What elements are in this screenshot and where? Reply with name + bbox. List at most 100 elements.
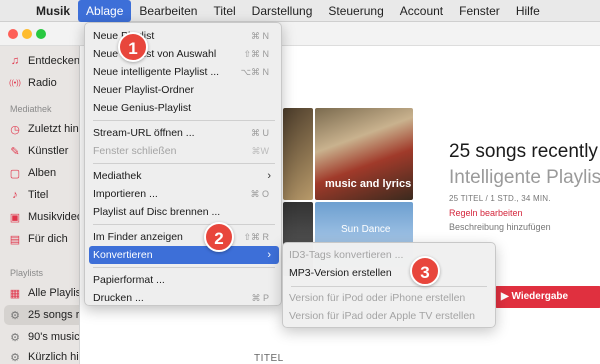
shortcut-label: ⌘ N	[251, 31, 269, 41]
menu-item-label: Mediathek	[93, 170, 142, 182]
menu-bearbeiten[interactable]: Bearbeiten	[131, 0, 205, 22]
submenu-item-create-ipad-version: Version für iPad oder Apple TV erstellen	[289, 310, 476, 322]
shortcut-label: ⌘ O	[250, 189, 269, 199]
menu-item-label: Drucken ...	[93, 292, 144, 304]
clock-icon: ◷	[10, 123, 20, 136]
menu-bar: Musik Ablage Bearbeiten Titel Darstellun…	[0, 0, 600, 22]
sidebar-item-radio[interactable]: ((•)) Radio	[8, 74, 57, 92]
menu-titel[interactable]: Titel	[205, 0, 243, 22]
sidebar-item-label: 90's music	[28, 331, 80, 343]
sidebar-item-label: Titel	[28, 189, 49, 201]
sidebar-item-label: Alben	[28, 167, 57, 179]
menu-item-show-in-finder[interactable]: Im Finder anzeigen ⇧⌘ R	[89, 228, 279, 246]
menu-darstellung[interactable]: Darstellung	[244, 0, 321, 22]
playlist-meta: 25 TITEL / 1 STD., 34 MIN.	[449, 194, 551, 203]
menu-item-burn-playlist[interactable]: Playlist auf Disc brennen ...	[89, 203, 279, 221]
sidebar-item-label: Für dich	[28, 233, 68, 245]
sidebar-item-songs[interactable]: ♪ Titel	[8, 186, 48, 204]
menu-item-label: Stream-URL öffnen ...	[93, 127, 195, 139]
sidebar-item-entdecken[interactable]: ♫ Entdecken	[8, 52, 80, 70]
menu-item-label: Fenster schließen	[93, 145, 177, 157]
menu-item-import[interactable]: Importieren ... ⌘ O	[89, 185, 279, 203]
menu-item-print[interactable]: Drucken ... ⌘ P	[89, 289, 279, 307]
menu-musik[interactable]: Musik	[28, 0, 78, 22]
menu-hilfe[interactable]: Hilfe	[508, 0, 548, 22]
sidebar-item-25-songs[interactable]: ⚙ 25 songs recently played	[8, 306, 80, 324]
sidebar-item-for-you[interactable]: ▤ Für dich	[8, 230, 68, 248]
zoom-window-icon[interactable]	[36, 29, 46, 39]
submenu-item-create-mp3-version[interactable]: MP3-Version erstellen	[289, 265, 392, 282]
menu-item-label: Playlist auf Disc brennen ...	[93, 206, 221, 218]
add-description-link[interactable]: Beschreibung hinzufügen	[449, 222, 551, 232]
menu-item-label: Neuer Playlist-Ordner	[93, 84, 194, 96]
sidebar-item-artists[interactable]: ✎ Künstler	[8, 142, 68, 160]
shortcut-label: ⇧⌘ R	[243, 232, 269, 242]
playlist-title: 25 songs recently	[449, 141, 598, 162]
album-art-music-and-lyrics: music and lyrics	[315, 108, 413, 200]
step-badge-1: 1	[118, 32, 148, 62]
menu-account[interactable]: Account	[392, 0, 451, 22]
video-icon: ▣	[9, 211, 21, 224]
for-you-icon: ▤	[9, 233, 21, 246]
smart-playlist-gear-icon: ⚙	[10, 351, 20, 364]
minimize-window-icon[interactable]	[22, 29, 32, 39]
album-icon: ▢	[9, 167, 21, 180]
step-badge-3: 3	[410, 256, 440, 286]
sidebar-item-label: Entdecken	[28, 55, 80, 67]
menu-separator	[291, 286, 487, 287]
sidebar-item-label: Künstler	[28, 145, 69, 157]
sidebar-item-recently-added[interactable]: ◷ Zuletzt hinzugefügt	[8, 120, 79, 138]
sidebar-item-label: Alle Playlists	[28, 287, 79, 299]
sidebar-item-albums[interactable]: ▢ Alben	[8, 164, 56, 182]
submenu-item-create-ipod-version: Version für iPod oder iPhone erstellen	[289, 292, 466, 304]
menu-item-label: Neue Playlist von Auswahl	[93, 48, 217, 60]
menu-item-convert[interactable]: Konvertieren ›	[89, 246, 279, 264]
album-art-caption: music and lyrics	[325, 178, 412, 190]
sidebar-item-90s-music[interactable]: ⚙ 90's music	[8, 328, 80, 346]
sidebar-item-kuerzlich[interactable]: ⚙ Kürzlich hinzugefügt	[8, 348, 79, 364]
shortcut-label: ⇧⌘ N	[243, 49, 269, 59]
edit-rules-link[interactable]: Regeln bearbeiten	[449, 208, 523, 218]
menu-ablage[interactable]: Ablage	[78, 0, 132, 22]
section-header-playlists: Playlists	[10, 268, 44, 278]
step-badge-2: 2	[204, 222, 234, 252]
menu-steuerung[interactable]: Steuerung	[320, 0, 391, 22]
shortcut-label: ⌘W	[251, 146, 270, 156]
sidebar-item-label: 25 songs recently played	[28, 309, 80, 321]
music-note-icon: ♫	[10, 55, 20, 67]
album-art	[283, 108, 313, 200]
menu-fenster[interactable]: Fenster	[451, 0, 508, 22]
menu-item-close-window: Fenster schließen ⌘W	[89, 142, 279, 160]
submenu-chevron-icon: ›	[267, 249, 271, 261]
menu-separator	[93, 120, 275, 121]
menu-item-page-setup[interactable]: Papierformat ...	[89, 271, 279, 289]
music-note-icon: ♪	[12, 189, 18, 201]
shortcut-label: ⌘ P	[251, 293, 269, 303]
menu-item-new-smart-playlist[interactable]: Neue intelligente Playlist ... ⌥⌘ N	[89, 63, 279, 81]
shortcut-label: ⌘ U	[251, 128, 269, 138]
sidebar-item-all-playlists[interactable]: ▦ Alle Playlists	[8, 284, 79, 302]
menu-item-label: Im Finder anzeigen	[93, 231, 183, 243]
section-header-library: Mediathek	[10, 104, 52, 114]
sidebar-item-label: Zuletzt hinzugefügt	[28, 123, 79, 135]
playlist-subtitle: Intelligente Playlist	[449, 167, 600, 188]
sidebar-item-label: Kürzlich hinzugefügt	[28, 351, 79, 363]
column-header-title[interactable]: TITEL	[254, 353, 284, 364]
sidebar: ♫ Entdecken ((•)) Radio Mediathek ◷ Zule…	[0, 46, 80, 364]
close-window-icon[interactable]	[8, 29, 18, 39]
menu-item-new-playlist-folder[interactable]: Neuer Playlist-Ordner	[89, 81, 279, 99]
menu-item-new-genius-playlist[interactable]: Neue Genius-Playlist	[89, 99, 279, 117]
menu-item-open-stream-url[interactable]: Stream-URL öffnen ... ⌘ U	[89, 124, 279, 142]
menu-separator	[93, 163, 275, 164]
sidebar-item-label: Radio	[28, 77, 57, 89]
menu-item-library[interactable]: Mediathek ›	[89, 167, 279, 185]
smart-playlist-gear-icon: ⚙	[10, 309, 20, 322]
play-button[interactable]: ▶ Wiedergabe	[493, 286, 600, 308]
grid-icon: ▦	[9, 287, 21, 300]
menu-separator	[93, 224, 275, 225]
menu-item-label: Neue Genius-Playlist	[93, 102, 192, 114]
sidebar-item-music-videos[interactable]: ▣ Musikvideos	[8, 208, 79, 226]
convert-submenu: ID3-Tags konvertieren ... MP3-Version er…	[282, 242, 496, 328]
shortcut-label: ⌥⌘ N	[240, 67, 269, 77]
menu-item-label: Papierformat ...	[93, 274, 165, 286]
